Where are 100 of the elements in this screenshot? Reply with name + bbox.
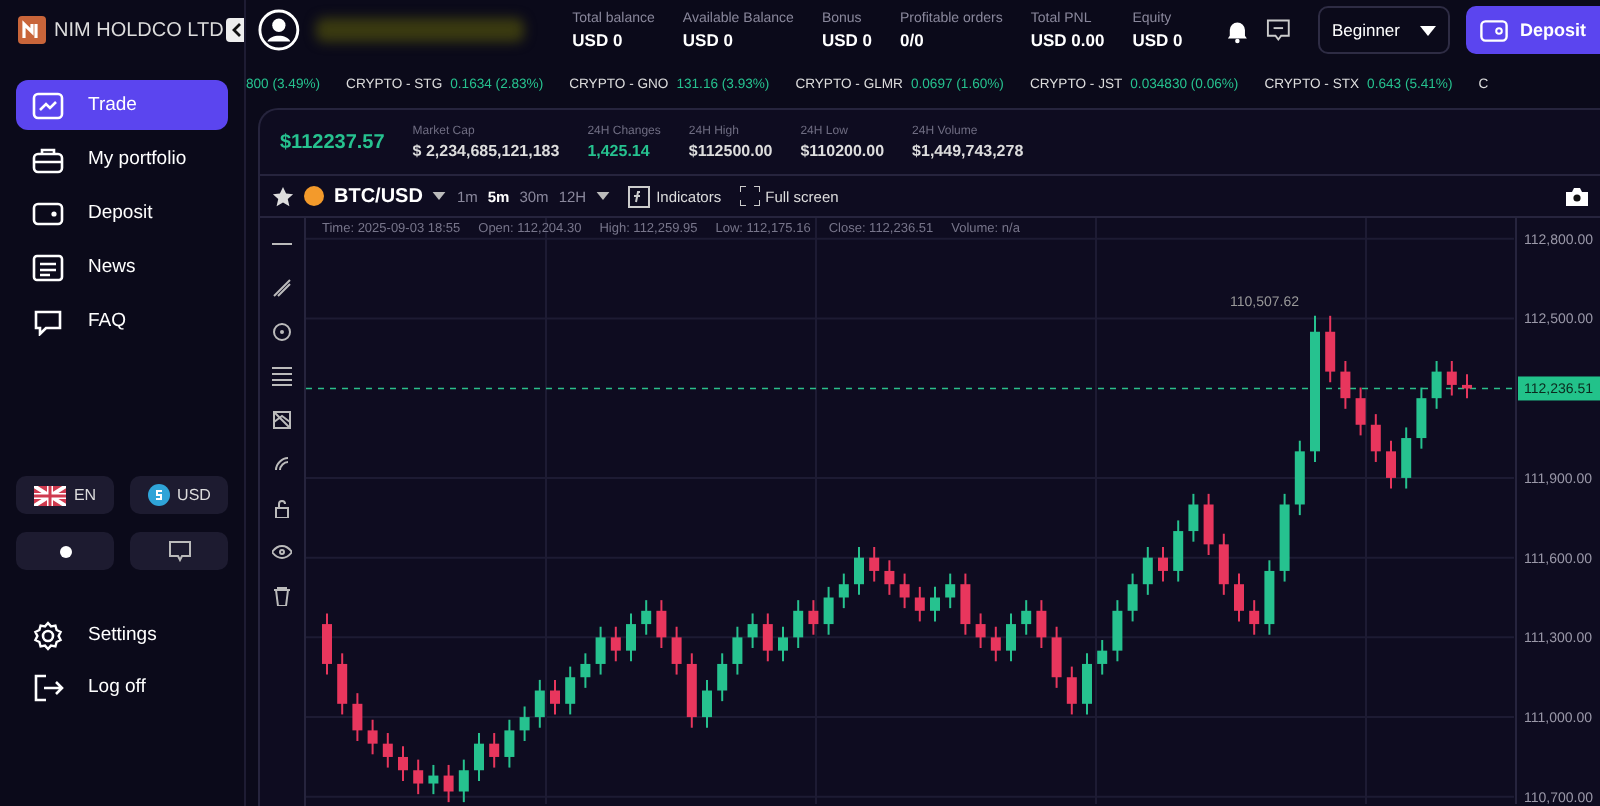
candle <box>914 585 925 623</box>
news-icon <box>32 253 64 281</box>
candle <box>1097 639 1108 676</box>
stat-value: 1,425.14 <box>587 141 652 159</box>
candle <box>702 678 712 729</box>
lock-icon[interactable] <box>272 498 292 518</box>
candle <box>443 763 454 804</box>
deposit-button[interactable]: Deposit <box>1466 6 1600 54</box>
candle <box>762 612 773 663</box>
eye-icon[interactable] <box>272 542 292 562</box>
candle <box>1249 599 1260 636</box>
collapse-button[interactable] <box>226 18 244 42</box>
candle <box>1416 386 1427 450</box>
nav-item[interactable]: Deposit <box>16 188 228 238</box>
balance-value: USD 0 <box>682 29 735 49</box>
candle <box>1355 386 1366 437</box>
candle <box>519 705 530 742</box>
candle <box>1006 612 1016 663</box>
function-icon <box>628 185 651 207</box>
candle <box>580 652 591 689</box>
caret-icon[interactable] <box>432 192 447 200</box>
candle <box>413 758 424 796</box>
theme-button[interactable] <box>16 532 114 570</box>
trend-line-icon[interactable] <box>272 278 292 298</box>
pair-selector[interactable]: BTC/USD <box>334 185 423 207</box>
nav-item[interactable]: Trade <box>16 80 228 130</box>
candle <box>458 758 469 804</box>
logo-icon <box>18 16 46 44</box>
candle <box>1173 519 1184 583</box>
target-icon[interactable] <box>272 322 292 342</box>
candle <box>610 625 621 663</box>
candle <box>1051 625 1062 689</box>
candle <box>823 585 834 636</box>
candle <box>808 599 819 636</box>
candle <box>686 652 697 729</box>
candle <box>1431 360 1442 410</box>
candle <box>1446 360 1457 397</box>
balance-value: 0/0 <box>900 29 926 49</box>
candle <box>550 678 560 716</box>
sun-icon <box>57 543 73 559</box>
nav-item[interactable]: FAQ <box>16 296 228 346</box>
bell-icon[interactable] <box>1226 17 1250 43</box>
candle <box>884 559 895 596</box>
avatar-icon[interactable] <box>258 8 300 52</box>
candle <box>656 599 667 649</box>
candle <box>990 625 1001 663</box>
candle <box>1462 373 1472 400</box>
candle <box>322 612 332 676</box>
chart-icon <box>32 91 64 119</box>
caret-icon <box>1420 25 1436 35</box>
candle <box>489 732 500 769</box>
caret-icon[interactable] <box>596 192 611 200</box>
candle <box>899 572 910 610</box>
language-button[interactable]: EN <box>16 476 114 514</box>
candle <box>975 612 986 649</box>
candle <box>1279 492 1290 583</box>
coin-icon <box>147 484 170 506</box>
candle <box>337 652 348 716</box>
candle <box>428 763 439 796</box>
candle <box>474 732 484 782</box>
chat-icon <box>32 307 64 335</box>
star-icon[interactable] <box>272 185 294 207</box>
nav-item[interactable]: News <box>16 242 228 292</box>
trash-icon[interactable] <box>272 586 292 606</box>
candle <box>1188 492 1199 543</box>
nav-item[interactable]: My portfolio <box>16 134 228 184</box>
coin-icon <box>304 186 324 206</box>
candle <box>1158 546 1168 583</box>
briefcase-icon <box>32 145 64 173</box>
candle <box>1234 572 1244 623</box>
nav-item[interactable]: Settings <box>16 610 228 660</box>
logout-icon <box>32 671 64 703</box>
settings-icon <box>32 619 64 651</box>
level-dropdown[interactable]: Beginner <box>1317 6 1450 54</box>
nav-item[interactable]: Log off <box>16 662 228 712</box>
candle <box>1021 599 1032 636</box>
chat-button[interactable] <box>130 532 228 570</box>
balance-value: USD 0 <box>572 29 625 49</box>
candle <box>626 612 636 663</box>
candle <box>1386 439 1396 490</box>
pattern-icon[interactable] <box>272 410 292 430</box>
candle <box>1370 413 1381 463</box>
stat-value: $110200.00 <box>800 141 885 159</box>
candle <box>960 572 971 636</box>
candle <box>793 599 804 649</box>
candle <box>1218 532 1229 596</box>
currency-button[interactable]: USD <box>130 476 228 514</box>
candle <box>1036 599 1047 649</box>
camera-icon[interactable] <box>1566 187 1588 205</box>
balance-value: USD 0 <box>821 29 872 49</box>
chat-icon <box>167 540 191 562</box>
brush-icon[interactable] <box>272 454 292 474</box>
candle <box>352 692 363 742</box>
candle <box>565 665 576 716</box>
candle <box>1264 559 1275 636</box>
candle <box>854 546 864 596</box>
stat-value: $ 2,234,685,121,183 <box>412 141 560 159</box>
lines-icon[interactable] <box>272 366 292 386</box>
candle <box>717 652 728 703</box>
chat-icon[interactable] <box>1265 18 1290 42</box>
